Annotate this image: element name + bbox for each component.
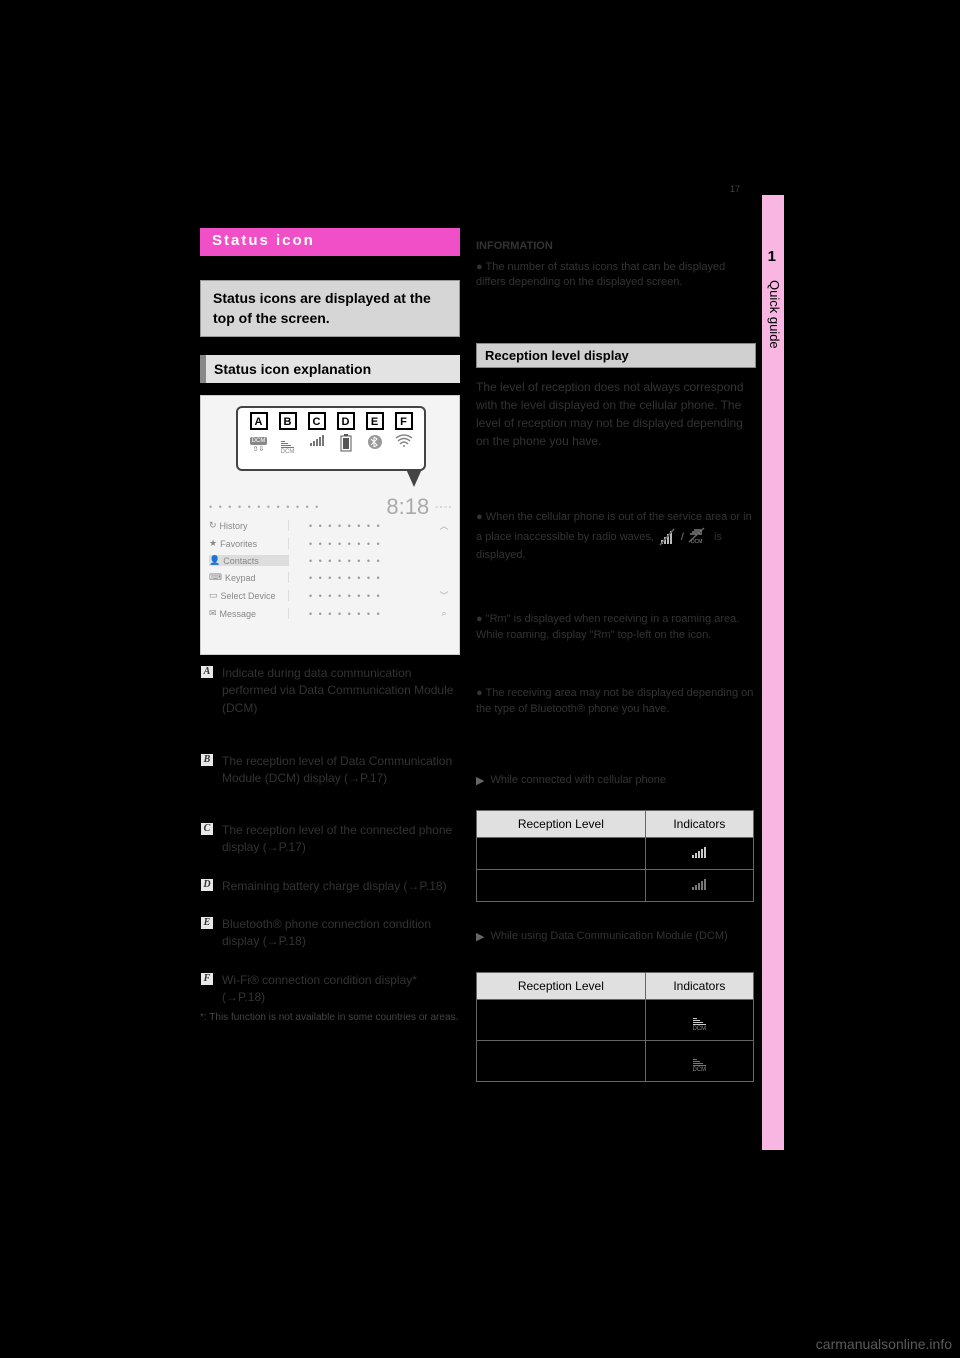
no-signal-slash-icon: / DCM: [659, 526, 709, 548]
system-screenshot: A B C D E F DCM⇧⇩ DCM: [200, 395, 460, 655]
wifi-icon: [394, 434, 414, 454]
callout-label-b: B: [279, 412, 297, 430]
legend-e: E Bluetooth® phone connection condition …: [200, 916, 460, 951]
reception-note2: ● "Rm" is displayed when receiving in a …: [476, 612, 756, 644]
side-tab-number: 1: [768, 248, 776, 265]
reception-table-cell: Reception LevelIndicators Poor Excellent: [476, 810, 754, 902]
callout-label-c: C: [308, 412, 326, 430]
cell-signal-icon: [307, 434, 327, 454]
status-icon-title-bar: Status icon: [200, 228, 460, 256]
asterisk-note: *: This function is not available in som…: [200, 1012, 460, 1023]
callout-bubble: A B C D E F DCM⇧⇩ DCM: [236, 406, 426, 471]
battery-icon: [336, 434, 356, 454]
bluetooth-icon: [365, 434, 385, 454]
dcm-comm-icon: DCM⇧⇩: [249, 434, 269, 454]
legend-a: A Indicate during data communication per…: [200, 665, 460, 717]
info-bullet: ● The number of status icons that can be…: [476, 260, 756, 291]
callout-label-e: E: [366, 412, 384, 430]
callout-label-a: A: [250, 412, 268, 430]
legend-b: B The reception level of Data Communicat…: [200, 753, 460, 788]
legend-f: F Wi-Fi® connection condition display* (…: [200, 972, 460, 1007]
status-intro-box: Status icons are displayed at the top of…: [200, 280, 460, 337]
svg-text:DCM: DCM: [691, 539, 702, 545]
callout-tail: [406, 469, 422, 487]
svg-text:/: /: [681, 532, 684, 543]
menu-list: ↻History• • • • • • • •︿ ★Favorites• • •…: [201, 516, 459, 622]
signal-poor-icon: [692, 846, 706, 858]
legend-d: D Remaining battery charge display (→P.1…: [200, 878, 460, 895]
reception-note1: ● When the cellular phone is out of the …: [476, 510, 756, 564]
watermark: carmanualsonline.info: [816, 1336, 952, 1352]
sub-dcm: ▶While using Data Communication Module (…: [476, 930, 756, 943]
sub-cellular: ▶While connected with cellular phone: [476, 774, 756, 787]
signal-excellent-icon: [692, 878, 706, 890]
legend-c: C The reception level of the connected p…: [200, 822, 460, 857]
reception-desc: The level of reception does not always c…: [476, 378, 756, 450]
dcm-excellent-icon: DCM: [693, 1059, 707, 1073]
callout-label-d: D: [337, 412, 355, 430]
reception-note3: ● The receiving area may not be displaye…: [476, 686, 756, 718]
side-tab-label: Quick guide: [767, 280, 782, 349]
page-header-num: 17: [730, 184, 740, 194]
reception-level-header: Reception level display: [476, 343, 756, 368]
reception-table-dcm: Reception LevelIndicators PoorDCM Excell…: [476, 972, 754, 1082]
status-explanation-bar: Status icon explanation: [200, 355, 460, 383]
dcm-poor-icon: DCM: [693, 1018, 707, 1032]
dcm-signal-icon: DCM: [278, 434, 298, 454]
information-header: INFORMATION: [476, 240, 756, 252]
callout-label-f: F: [395, 412, 413, 430]
